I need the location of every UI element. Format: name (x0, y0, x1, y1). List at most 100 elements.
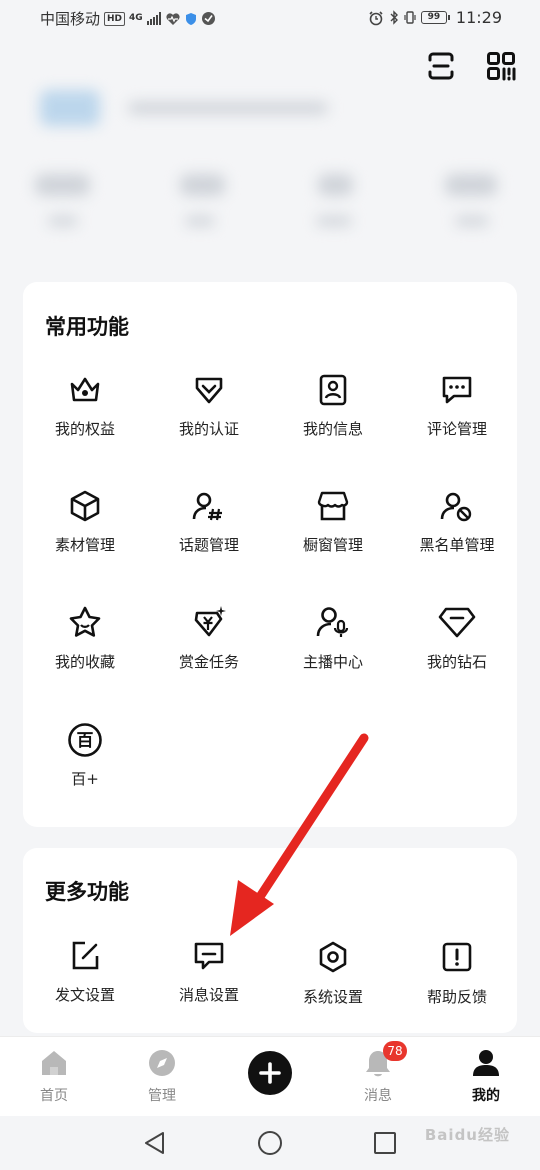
tab-me[interactable]: 我的 (441, 1049, 531, 1105)
cube-icon (70, 490, 100, 522)
battery-icon: 99 (420, 11, 450, 24)
bottom-tab-bar: 首页 管理 消息 78 我的 (0, 1036, 540, 1116)
my-info-label: 我的信息 (302, 420, 363, 438)
streamer-center-label: 主播中心 (302, 653, 363, 671)
material-management-item[interactable]: 素材管理 (23, 490, 147, 580)
my-rights-item[interactable]: 我的权益 (23, 374, 147, 464)
tab-home[interactable]: 首页 (9, 1049, 99, 1105)
stat-value-blurred (35, 174, 90, 196)
my-diamonds-label: 我的钻石 (426, 653, 487, 671)
crown-icon (70, 377, 100, 402)
user-icon (473, 1050, 499, 1076)
unread-messages-badge: 78 (383, 1041, 407, 1061)
bounty-task-label: 赏金任务 (178, 653, 239, 671)
signal-icon (146, 12, 161, 25)
message-settings-icon (194, 942, 224, 970)
tab-home-label: 首页 (40, 1088, 68, 1104)
tab-manage[interactable]: 管理 (117, 1049, 207, 1105)
avatar (40, 90, 100, 126)
material-management-label: 素材管理 (54, 536, 115, 554)
edit-post-icon (72, 941, 99, 970)
common-functions-card: 常用功能 我的权益 我的认证 我的信息 评论管理 素材管理 话题管理 橱窗管理 … (23, 282, 517, 827)
post-settings-item[interactable]: 发文设置 (23, 940, 147, 1030)
blocked-user-icon (440, 492, 472, 522)
star-icon (69, 606, 101, 637)
recent-apps-icon[interactable] (370, 1128, 400, 1158)
message-settings-label: 消息设置 (178, 986, 239, 1004)
hd-badge: HD (104, 11, 126, 26)
tab-messages[interactable]: 消息 (333, 1049, 423, 1105)
plus-icon (259, 1062, 281, 1084)
bai-glyph: 百 (77, 731, 94, 751)
status-right: 99 11:29 (368, 8, 502, 27)
post-settings-label: 发文设置 (54, 986, 115, 1004)
stat-label-blurred (185, 216, 215, 226)
topic-management-label: 话题管理 (178, 536, 239, 554)
stat-label-blurred (316, 216, 352, 226)
status-bar: 中国移动 HD 4G 99 11:29 (0, 0, 540, 38)
help-feedback-icon (442, 942, 472, 972)
vibrate-icon (404, 11, 416, 24)
tab-me-label: 我的 (472, 1088, 500, 1104)
profile-name-blurred (128, 102, 328, 114)
comment-management-label: 评论管理 (426, 420, 487, 438)
shop-window-icon (317, 491, 349, 521)
my-diamonds-item[interactable]: 我的钻石 (395, 605, 519, 695)
bounty-task-item[interactable]: 赏金任务 (147, 605, 271, 695)
my-verification-item[interactable]: 我的认证 (147, 374, 271, 464)
topic-management-item[interactable]: 话题管理 (147, 490, 271, 580)
create-post-button[interactable] (248, 1051, 292, 1095)
profile-area-blurred (0, 88, 540, 258)
bai-plus-icon: 百 (68, 723, 102, 757)
streamer-mic-icon (316, 607, 349, 637)
status-left: 中国移动 HD 4G (40, 8, 216, 29)
shop-window-management-label: 橱窗管理 (302, 536, 363, 554)
my-info-item[interactable]: 我的信息 (271, 374, 395, 464)
message-settings-item[interactable]: 消息设置 (147, 940, 271, 1030)
bounty-icon (194, 606, 226, 637)
profile-card-icon (319, 374, 347, 406)
blacklist-management-item[interactable]: 黑名单管理 (395, 490, 519, 580)
shield-icon (185, 12, 196, 25)
clock: 11:29 (455, 8, 502, 27)
compass-icon (149, 1050, 175, 1076)
diamond-icon (438, 607, 476, 638)
common-functions-title: 常用功能 (45, 315, 129, 339)
home-icon (42, 1051, 66, 1075)
help-feedback-label: 帮助反馈 (426, 988, 487, 1006)
back-triangle-icon[interactable] (140, 1128, 170, 1158)
system-settings-label: 系统设置 (302, 988, 363, 1006)
topic-icon (192, 492, 222, 521)
alarm-icon (369, 10, 383, 25)
streamer-center-item[interactable]: 主播中心 (271, 605, 395, 695)
system-settings-icon (319, 941, 347, 973)
home-circle-icon[interactable] (255, 1128, 285, 1158)
help-feedback-item[interactable]: 帮助反馈 (395, 940, 519, 1030)
comment-icon (442, 376, 472, 404)
stat-label-blurred (455, 216, 489, 226)
scan-icon[interactable] (425, 50, 457, 82)
carrier-name: 中国移动 (40, 10, 101, 28)
bai-plus-item[interactable]: 百 百+ (23, 722, 147, 812)
bai-plus-label: 百+ (71, 770, 99, 788)
tab-messages-label: 消息 (364, 1088, 392, 1104)
blacklist-management-label: 黑名单管理 (419, 536, 495, 554)
qr-code-icon[interactable] (485, 50, 517, 82)
my-favorites-item[interactable]: 我的收藏 (23, 605, 147, 695)
stat-value-blurred (180, 174, 225, 196)
more-functions-card: 更多功能 发文设置 消息设置 系统设置 帮助反馈 (23, 848, 517, 1033)
comment-management-item[interactable]: 评论管理 (395, 374, 519, 464)
verified-badge-icon (195, 377, 223, 404)
system-settings-item[interactable]: 系统设置 (271, 940, 395, 1030)
stat-label-blurred (48, 216, 78, 226)
shop-window-management-item[interactable]: 橱窗管理 (271, 490, 395, 580)
tab-manage-label: 管理 (148, 1088, 176, 1104)
my-favorites-label: 我的收藏 (54, 653, 115, 671)
baidu-watermark: Baidu经验 (424, 1126, 510, 1144)
heart-rate-icon (166, 12, 180, 25)
my-verification-label: 我的认证 (178, 420, 239, 438)
bluetooth-icon (390, 10, 398, 25)
more-functions-title: 更多功能 (45, 880, 129, 904)
stat-value-blurred (445, 174, 497, 196)
stat-value-blurred (318, 174, 353, 196)
